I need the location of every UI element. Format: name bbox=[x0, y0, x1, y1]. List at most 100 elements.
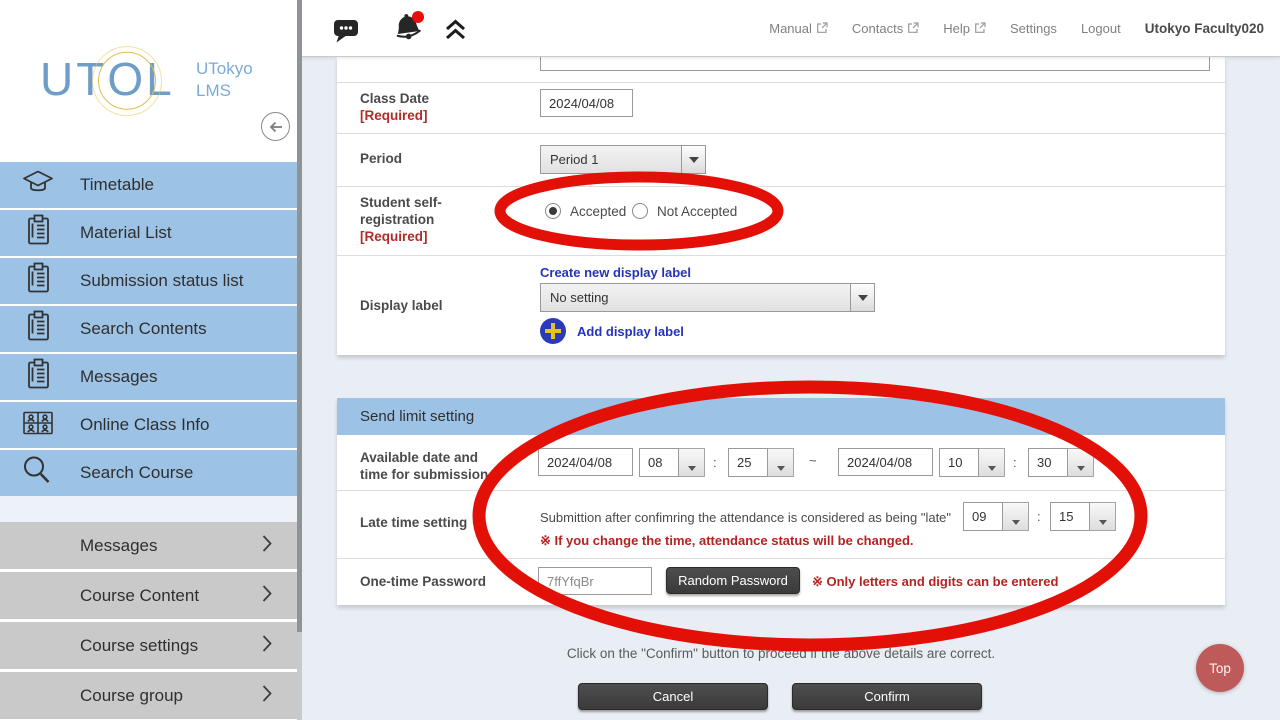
manual-link-label: Manual bbox=[769, 21, 812, 36]
cancel-button[interactable]: Cancel bbox=[578, 683, 768, 710]
late-time-warning-note: ※ If you change the time, attendance sta… bbox=[540, 533, 914, 549]
time-colon: : bbox=[1037, 509, 1041, 524]
spinner-down-button[interactable] bbox=[979, 448, 1005, 477]
late-minute-spinner bbox=[1050, 502, 1116, 531]
contacts-link[interactable]: Contacts bbox=[852, 21, 919, 36]
collapse-sidebar-button[interactable] bbox=[261, 112, 290, 141]
random-password-button[interactable]: Random Password bbox=[666, 567, 800, 594]
spinner-down-button[interactable] bbox=[1068, 448, 1094, 477]
external-link-icon bbox=[974, 22, 986, 34]
magnifier-icon bbox=[20, 454, 56, 493]
late-hour-spinner bbox=[963, 502, 1029, 531]
class-date-required-badge: [Required] bbox=[360, 108, 428, 123]
sidebar-item-label: Messages bbox=[80, 367, 157, 387]
class-date-input[interactable] bbox=[540, 89, 633, 117]
available-label-line1: Available date and bbox=[360, 450, 478, 466]
row-divider bbox=[337, 82, 1225, 83]
help-link[interactable]: Help bbox=[943, 21, 986, 36]
sidebar-item-label: Online Class Info bbox=[80, 415, 209, 435]
dropdown-arrow-button[interactable] bbox=[682, 145, 706, 174]
double-chevron-up-icon[interactable] bbox=[443, 18, 468, 48]
add-display-label-plus-icon[interactable] bbox=[540, 318, 566, 344]
late-minute-input[interactable] bbox=[1050, 502, 1090, 531]
sidebar-item-messages[interactable]: Messages bbox=[0, 354, 297, 400]
notification-bell-icon[interactable] bbox=[389, 9, 427, 52]
radio-not-accepted[interactable] bbox=[632, 203, 648, 219]
display-label-select-value: No setting bbox=[540, 283, 851, 312]
logout-link[interactable]: Logout bbox=[1081, 21, 1121, 36]
topbar-links: Manual Contacts Help Settings Logout Uto… bbox=[769, 0, 1264, 56]
logo-subtitle-line1: UTokyo bbox=[196, 58, 253, 80]
chevron-right-icon bbox=[262, 634, 272, 657]
sidebar-item-online-class-info[interactable]: Online Class Info bbox=[0, 402, 297, 448]
display-label-select[interactable]: No setting bbox=[540, 283, 875, 312]
sidebar-item-course-content[interactable]: Course Content bbox=[0, 572, 297, 619]
sidebar-item-label: Search Course bbox=[80, 463, 193, 483]
sidebar-item-material-list[interactable]: Material List bbox=[0, 210, 297, 256]
cropped-text-input[interactable] bbox=[540, 57, 1210, 71]
sidebar-group-divider bbox=[0, 496, 297, 522]
row-divider bbox=[337, 255, 1225, 256]
sidebar-item-timetable[interactable]: Timetable bbox=[0, 162, 297, 208]
clipboard-icon bbox=[20, 310, 56, 349]
chevron-right-icon bbox=[262, 534, 272, 557]
end-date-input[interactable] bbox=[838, 448, 933, 476]
spinner-down-button[interactable] bbox=[768, 448, 794, 477]
spinner-arrow-icon bbox=[988, 466, 996, 471]
sidebar-item-course-group[interactable]: Course group bbox=[0, 672, 297, 719]
end-hour-input[interactable] bbox=[939, 448, 979, 477]
create-new-display-label-link[interactable]: Create new display label bbox=[540, 265, 691, 280]
confirm-button[interactable]: Confirm bbox=[792, 683, 982, 710]
utol-lms-page: Manual Contacts Help Settings Logout Uto… bbox=[0, 0, 1280, 720]
one-time-password-label: One-time Password bbox=[360, 574, 486, 590]
spinner-arrow-icon bbox=[777, 466, 785, 471]
radio-not-accepted-label[interactable]: Not Accepted bbox=[657, 204, 737, 219]
dropdown-arrow-button[interactable] bbox=[851, 283, 875, 312]
spinner-arrow-icon bbox=[1012, 520, 1020, 525]
external-link-icon bbox=[816, 22, 828, 34]
sidebar-item-messages-group[interactable]: Messages bbox=[0, 522, 297, 569]
date-range-tilde: ~ bbox=[809, 453, 817, 468]
period-select[interactable]: Period 1 bbox=[540, 145, 706, 174]
row-divider bbox=[337, 186, 1225, 187]
spinner-down-button[interactable] bbox=[679, 448, 705, 477]
display-label-label: Display label bbox=[360, 298, 443, 314]
send-limit-setting-header: Send limit setting bbox=[337, 398, 1225, 435]
end-minute-spinner bbox=[1028, 448, 1094, 477]
spinner-arrow-icon bbox=[1077, 466, 1085, 471]
people-grid-icon bbox=[20, 407, 56, 444]
spinner-down-button[interactable] bbox=[1003, 502, 1029, 531]
sidebar-item-search-contents[interactable]: Search Contents bbox=[0, 306, 297, 352]
sidebar-item-course-settings[interactable]: Course settings bbox=[0, 622, 297, 669]
available-label-line2: time for submission bbox=[360, 467, 488, 483]
start-minute-input[interactable] bbox=[728, 448, 768, 477]
sidebar-item-label: Course group bbox=[80, 686, 183, 706]
send-limit-setting-panel: Send limit setting Available date and ti… bbox=[337, 398, 1225, 605]
scroll-to-top-button[interactable]: Top bbox=[1196, 644, 1244, 692]
radio-accepted-label[interactable]: Accepted bbox=[570, 204, 626, 219]
settings-link[interactable]: Settings bbox=[1010, 21, 1057, 36]
sidebar-scrollbar-thumb[interactable] bbox=[297, 0, 302, 632]
sidebar-item-label: Course Content bbox=[80, 586, 199, 606]
start-minute-spinner bbox=[728, 448, 794, 477]
late-time-setting-label: Late time setting bbox=[360, 515, 467, 531]
self-registration-required-badge: [Required] bbox=[360, 229, 428, 244]
sidebar-item-label: Messages bbox=[80, 536, 157, 556]
sidebar-item-submission-status-list[interactable]: Submission status list bbox=[0, 258, 297, 304]
start-hour-input[interactable] bbox=[639, 448, 679, 477]
logo-subtitle: UTokyoLMS bbox=[196, 58, 253, 102]
chat-bubble-icon[interactable] bbox=[333, 19, 360, 49]
spinner-down-button[interactable] bbox=[1090, 502, 1116, 531]
radio-accepted[interactable] bbox=[545, 203, 561, 219]
clipboard-icon bbox=[20, 262, 56, 301]
late-hour-input[interactable] bbox=[963, 502, 1003, 531]
sidebar-item-label: Search Contents bbox=[80, 319, 207, 339]
manual-link[interactable]: Manual bbox=[769, 21, 828, 36]
dropdown-arrow-icon bbox=[689, 157, 699, 163]
spinner-arrow-icon bbox=[688, 466, 696, 471]
add-display-label-link[interactable]: Add display label bbox=[577, 324, 684, 339]
one-time-password-input[interactable] bbox=[538, 567, 652, 595]
sidebar-item-search-course[interactable]: Search Course bbox=[0, 450, 297, 496]
end-minute-input[interactable] bbox=[1028, 448, 1068, 477]
start-date-input[interactable] bbox=[538, 448, 633, 476]
